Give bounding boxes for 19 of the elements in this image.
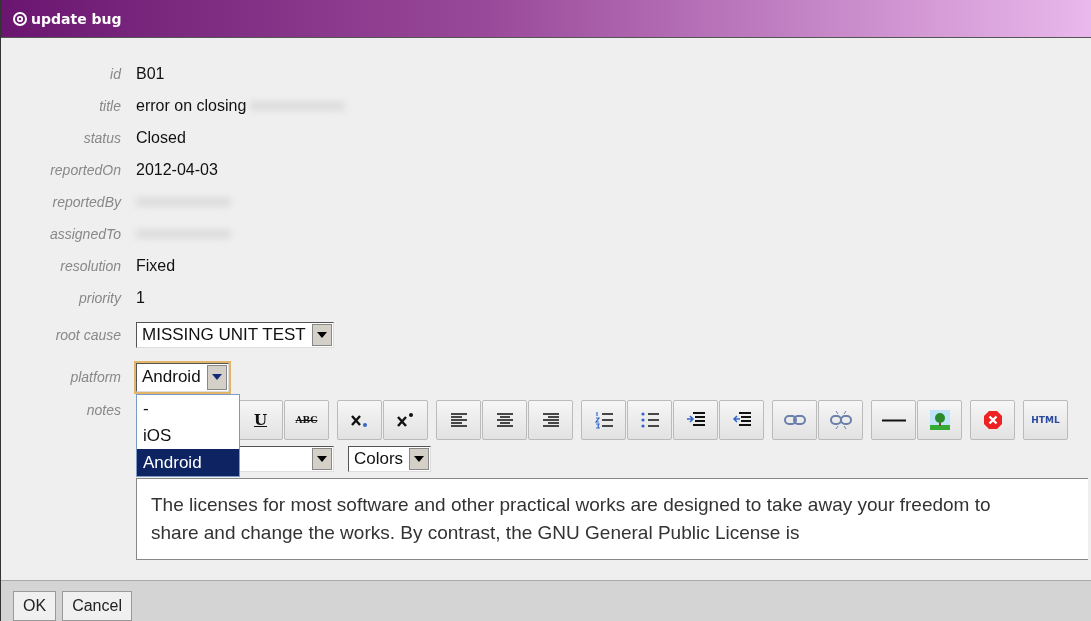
field-value: error on closing [136, 97, 247, 115]
field-label: reportedOn [49, 161, 121, 180]
notes-text: The licenses for most software and other practical works are designed to take away your freedom to share and change the works. By contrast, the GNU General Public License is [150, 493, 992, 545]
field-label: platform [69, 368, 121, 387]
field-label: title [98, 97, 121, 116]
field-label: assignedTo [48, 225, 121, 244]
field-label: root cause [54, 326, 121, 345]
field-label: notes [85, 401, 121, 420]
field-label: priority [77, 289, 121, 308]
field-value: 2012-04-03 [136, 161, 218, 179]
field-label: reportedBy [51, 193, 121, 212]
field-label: status [82, 129, 121, 148]
window-title: update bug [31, 10, 122, 27]
field-label: id [109, 65, 121, 84]
field-value: Fixed [136, 257, 176, 275]
field-value: 1 [136, 289, 145, 307]
field-label: resolution [59, 257, 121, 276]
field-value: B01 [136, 65, 165, 83]
field-value: Closed [136, 129, 186, 147]
